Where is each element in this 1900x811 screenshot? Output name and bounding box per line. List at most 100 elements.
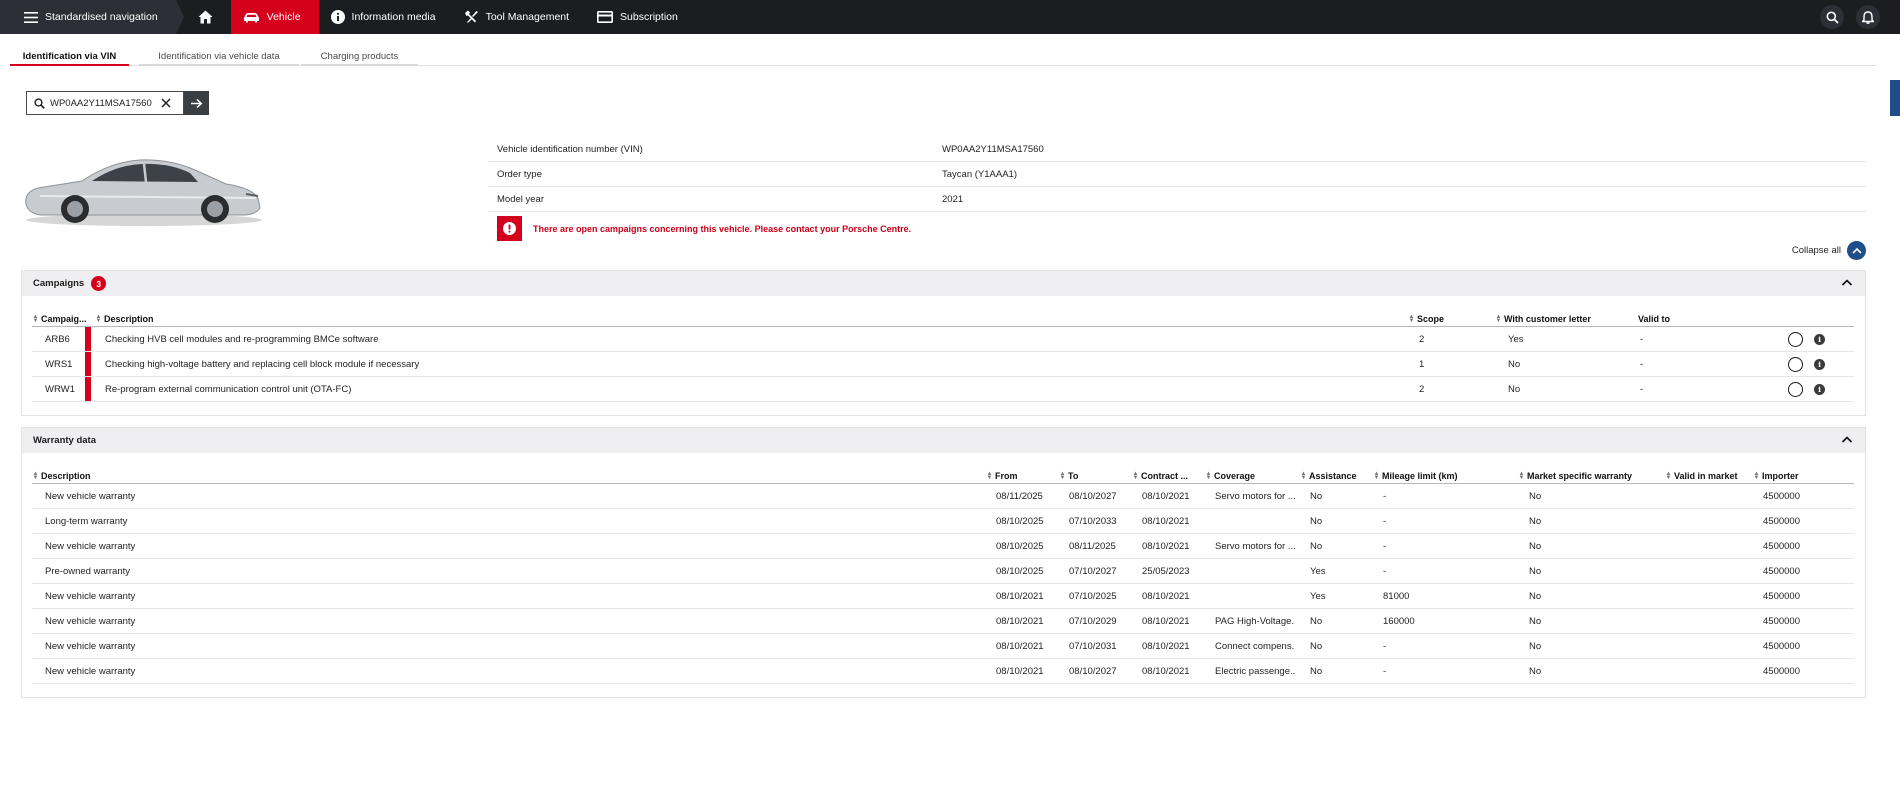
warranty-market-specific: No (1529, 615, 1542, 627)
warranty-header-row: ▲ ▼ Description ▲ ▼ From ▲ ▼ To ▲ ▼ Contract ...… (32, 468, 1854, 484)
col-valid-in-market[interactable]: ▲ ▼ Valid in market (1665, 468, 1745, 483)
top-navigation: Standardised navigation Vehicle Informat… (0, 0, 1900, 34)
warranty-coverage: Connect compens... (1215, 640, 1295, 652)
col-market-specific-warranty[interactable]: ▲ ▼ Market specific warranty (1518, 468, 1658, 483)
warranty-importer: 4500000 (1763, 665, 1800, 677)
warranty-mileage: - (1383, 515, 1387, 527)
warranty-valid-in-market (1675, 534, 1735, 558)
warranty-row[interactable]: New vehicle warranty 08/10/2021 07/10/20… (32, 634, 1854, 659)
scrollbar-thumb[interactable] (1890, 80, 1900, 116)
standardised-navigation-button[interactable]: Standardised navigation (0, 0, 184, 34)
tab-vehicle[interactable]: Vehicle (230, 0, 319, 34)
notifications-button[interactable] (1856, 5, 1880, 29)
warranty-valid-in-market (1675, 484, 1735, 508)
warranty-assistance: No (1310, 640, 1323, 652)
warranty-row[interactable]: New vehicle warranty 08/10/2021 07/10/20… (32, 609, 1854, 634)
warranty-row[interactable]: New vehicle warranty 08/10/2025 08/11/20… (32, 534, 1854, 559)
col-with-customer-letter[interactable]: ▲ ▼ With customer letter (1495, 311, 1625, 326)
col-from[interactable]: ▲ ▼ From (986, 468, 1056, 483)
warranty-from: 08/10/2021 (996, 590, 1044, 602)
campaign-row[interactable]: ARB6 Checking HVB cell modules and re-pr… (32, 327, 1854, 352)
search-icon (1826, 11, 1839, 24)
warranty-to: 08/11/2025 (1069, 540, 1116, 552)
chevron-up-icon[interactable] (1841, 277, 1853, 289)
warranty-row[interactable]: New vehicle warranty 08/11/2025 08/10/20… (32, 484, 1854, 509)
warranty-title: Warranty data (33, 435, 96, 446)
warranty-contract: 08/10/2021 (1142, 515, 1190, 527)
campaign-alert: There are open campaigns concerning this… (497, 216, 911, 241)
tab-vehicle-label: Vehicle (266, 11, 301, 23)
chevron-up-icon[interactable] (1841, 434, 1853, 446)
campaigns-header[interactable]: Campaigns 3 (22, 271, 1865, 296)
campaign-row[interactable]: WRW1 Re-program external communication c… (32, 377, 1854, 402)
warranty-valid-in-market (1675, 634, 1735, 658)
warranty-valid-in-market (1675, 509, 1735, 533)
col-description[interactable]: ▲ ▼ Description (32, 468, 232, 483)
warranty-row[interactable]: New vehicle warranty 08/10/2021 08/10/20… (32, 659, 1854, 684)
warranty-description: New vehicle warranty (45, 590, 136, 602)
tab-identification-via-vin[interactable]: Identification via VIN (10, 46, 129, 66)
vin-value: WP0AA2Y11MSA17560 (942, 143, 1044, 155)
vin-search-input[interactable]: WP0AA2Y11MSA17560 (26, 91, 184, 115)
warranty-from: 08/10/2021 (996, 665, 1044, 677)
info-row-model-year: Model year 2021 (488, 187, 1866, 212)
tab-identification-via-vehicle-data[interactable]: Identification via vehicle data (139, 46, 299, 66)
warranty-row[interactable]: Long-term warranty 08/10/2025 07/10/2033… (32, 509, 1854, 534)
campaign-row[interactable]: WRS1 Checking high-voltage battery and r… (32, 352, 1854, 377)
col-importer[interactable]: ▲ ▼ Importer (1753, 468, 1833, 483)
warranty-description: Pre-owned warranty (45, 565, 131, 577)
campaigns-panel: Campaigns 3 ▲ ▼ Campaig... ▲ ▼ Description ▲… (21, 270, 1866, 416)
campaign-select-radio[interactable] (1788, 357, 1803, 372)
col-scope[interactable]: ▲ ▼ Scope (1408, 311, 1488, 326)
info-icon[interactable]: i (1814, 334, 1825, 345)
tab-charging-products[interactable]: Charging products (301, 46, 418, 66)
warranty-from: 08/10/2025 (996, 565, 1044, 577)
warranty-market-specific: No (1529, 515, 1542, 527)
col-valid-to: Valid to (1638, 313, 1671, 324)
tab-subscription[interactable]: Subscription (583, 0, 692, 34)
warranty-contract: 08/10/2021 (1142, 490, 1190, 502)
vin-label: Vehicle identification number (VIN) (497, 143, 643, 155)
search-submit-button[interactable] (184, 91, 209, 115)
tab-information-media[interactable]: Information media (319, 0, 450, 34)
collapse-all-button[interactable] (1847, 241, 1866, 260)
card-icon (597, 11, 614, 23)
col-description[interactable]: ▲ ▼ Description (95, 311, 395, 326)
clear-icon[interactable] (161, 98, 171, 108)
warranty-importer: 4500000 (1763, 515, 1800, 527)
search-icon (34, 97, 45, 109)
campaign-select-radio[interactable] (1788, 382, 1803, 397)
collapse-all-control[interactable]: Collapse all (1792, 241, 1866, 260)
warranty-row[interactable]: New vehicle warranty 08/10/2021 07/10/20… (32, 584, 1854, 609)
campaign-valid-to: - (1640, 333, 1644, 345)
tab-tool-management[interactable]: Tool Management (450, 0, 583, 34)
info-icon[interactable]: i (1814, 359, 1825, 370)
tab-subscription-label: Subscription (620, 11, 678, 23)
campaign-scope: 1 (1419, 358, 1425, 370)
warranty-description: New vehicle warranty (45, 640, 136, 652)
home-button[interactable] (176, 0, 231, 34)
col-assistance[interactable]: ▲ ▼ Assistance (1300, 468, 1370, 483)
campaign-valid-to: - (1640, 383, 1644, 395)
warranty-valid-in-market (1675, 584, 1735, 608)
warranty-coverage: Electric passenge... (1215, 665, 1295, 677)
campaigns-count-badge: 3 (91, 276, 107, 291)
warranty-description: New vehicle warranty (45, 665, 136, 677)
campaign-valid-to: - (1640, 358, 1644, 370)
campaign-select-radio[interactable] (1788, 332, 1803, 347)
vin-search-value: WP0AA2Y11MSA17560 (50, 97, 152, 109)
col-to[interactable]: ▲ ▼ To (1059, 468, 1129, 483)
warranty-market-specific: No (1529, 665, 1542, 677)
warranty-row[interactable]: Pre-owned warranty 08/10/2025 07/10/2027… (32, 559, 1854, 584)
col-contract[interactable]: ▲ ▼ Contract ... (1132, 468, 1202, 483)
info-icon[interactable]: i (1814, 384, 1825, 395)
col-coverage[interactable]: ▲ ▼ Coverage (1205, 468, 1295, 483)
standardised-navigation-label: Standardised navigation (45, 11, 158, 23)
warranty-assistance: No (1310, 490, 1323, 502)
col-campaign[interactable]: ▲ ▼ Campaig... (32, 311, 87, 326)
col-mileage-limit[interactable]: ▲ ▼ Mileage limit (km) (1373, 468, 1513, 483)
warranty-market-specific: No (1529, 540, 1542, 552)
search-button[interactable] (1820, 5, 1844, 29)
warranty-header[interactable]: Warranty data (22, 428, 1865, 453)
warranty-contract: 25/05/2023 (1142, 565, 1190, 577)
